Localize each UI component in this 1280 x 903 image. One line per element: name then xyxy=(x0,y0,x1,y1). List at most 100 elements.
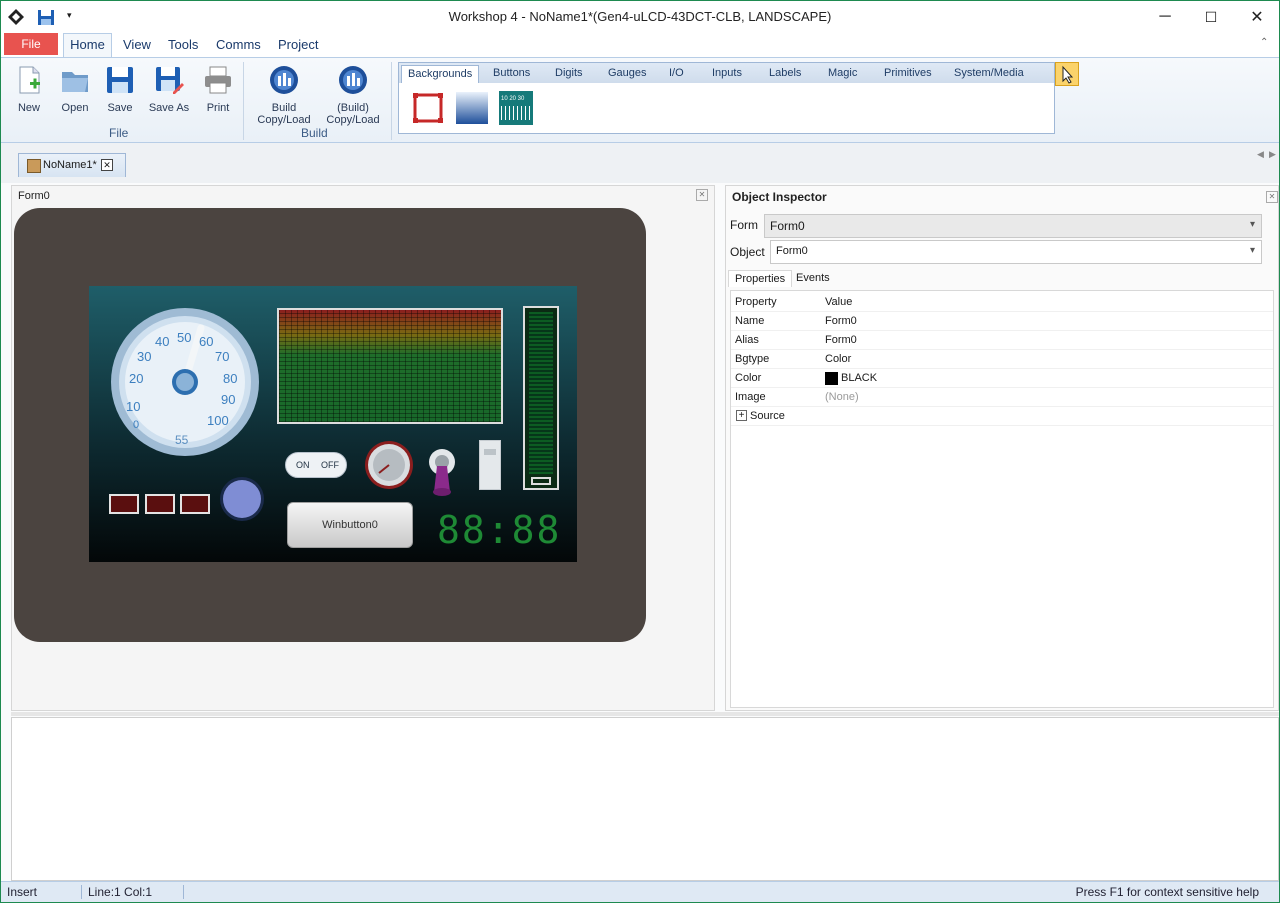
build-copy-load-alt-button[interactable]: (Build) Copy/Load xyxy=(322,64,384,126)
property-value[interactable]: (None) xyxy=(825,391,859,403)
form-background-icon[interactable] xyxy=(411,91,445,125)
property-value[interactable]: Form0 xyxy=(825,315,857,327)
output-pane xyxy=(11,717,1279,881)
property-value[interactable]: BLACK xyxy=(841,372,877,384)
led-digits-display[interactable]: 88:88 xyxy=(437,510,561,550)
document-tab[interactable]: NoName1* ✕ xyxy=(18,153,126,177)
property-grid: Property Value Name Form0 Alias Form0 Bg… xyxy=(730,290,1274,708)
expand-icon[interactable]: + xyxy=(736,410,747,421)
open-button[interactable]: Open xyxy=(57,64,93,114)
led-digit xyxy=(109,494,139,514)
color-swatch xyxy=(825,372,838,385)
build-copy-load-button[interactable]: Build Copy/Load xyxy=(253,64,315,126)
tab-digits[interactable]: Digits xyxy=(555,65,583,83)
close-tab-icon[interactable]: ✕ xyxy=(101,159,113,171)
slider-thumb[interactable] xyxy=(484,449,496,455)
form-select[interactable]: Form0 ▾ xyxy=(764,214,1262,238)
app-window: ▾ Workshop 4 - NoName1*(Gen4-uLCD-43DCT-… xyxy=(0,0,1280,903)
print-button[interactable]: Print xyxy=(200,64,236,114)
scale-background-icon[interactable]: 10 20 30 xyxy=(499,91,533,125)
gauge-tick-10: 10 xyxy=(126,399,141,414)
build-label-2: Copy/Load xyxy=(257,114,311,126)
tab-project[interactable]: Project xyxy=(278,37,318,52)
pointer-icon xyxy=(1062,65,1074,84)
on-off-switch[interactable]: ON OFF xyxy=(285,452,347,478)
build-copy-icon xyxy=(339,66,367,94)
gauge-tick-70: 70 xyxy=(215,349,230,364)
property-key: Alias xyxy=(735,334,759,346)
gauge-tick-30: 30 xyxy=(137,349,152,364)
property-row-bgtype[interactable]: Bgtype Color xyxy=(731,350,1273,369)
switch-off-label: OFF xyxy=(321,460,339,470)
scroll-tabs-left-icon[interactable]: ◀ xyxy=(1257,149,1264,160)
inspector-pin-icon[interactable]: ✕ xyxy=(1266,191,1278,203)
group-divider xyxy=(391,62,392,140)
document-tab-bar: NoName1* ✕ ◀ ▶ xyxy=(1,143,1279,183)
tab-tools[interactable]: Tools xyxy=(168,37,198,52)
widget-tabs: Backgrounds Buttons Digits Gauges I/O In… xyxy=(399,63,1054,83)
build-icon xyxy=(270,66,298,94)
tab-system-media[interactable]: System/Media xyxy=(954,65,1024,83)
status-help: Press F1 for context sensitive help xyxy=(1075,885,1259,899)
tab-gauges[interactable]: Gauges xyxy=(608,65,647,83)
property-key: Image xyxy=(735,391,766,403)
object-label: Object xyxy=(730,245,765,259)
inspector-title: Object Inspector xyxy=(732,190,827,204)
gauge-value: 55 xyxy=(175,433,189,447)
gauge-tick-0: 0 xyxy=(133,419,140,431)
tab-inputs[interactable]: Inputs xyxy=(712,65,742,83)
winbutton[interactable]: Winbutton0 xyxy=(287,502,413,548)
device-screen[interactable]: 0 10 20 30 40 50 60 70 80 90 100 55 ON O… xyxy=(89,286,577,562)
property-row-image[interactable]: Image (None) xyxy=(731,388,1273,407)
scroll-tabs-right-icon[interactable]: ▶ xyxy=(1269,149,1276,160)
toggle-lever[interactable] xyxy=(427,448,457,498)
printer-icon xyxy=(205,66,231,94)
tab-home[interactable]: Home xyxy=(63,33,112,58)
close-button[interactable]: ✕ xyxy=(1234,1,1280,33)
object-select-value: Form0 xyxy=(776,245,808,257)
round-led[interactable] xyxy=(219,476,265,522)
property-value[interactable]: Color xyxy=(825,353,851,365)
spectrum-display[interactable] xyxy=(277,308,503,424)
rotary-knob[interactable] xyxy=(364,440,414,490)
minimize-button[interactable]: ─ xyxy=(1142,1,1188,33)
gauge-bar xyxy=(529,312,553,474)
group-divider xyxy=(243,62,244,140)
widget-palette: Backgrounds Buttons Digits Gauges I/O In… xyxy=(398,62,1055,134)
tab-view[interactable]: View xyxy=(123,37,151,52)
tab-io[interactable]: I/O xyxy=(669,65,684,83)
vertical-gauge[interactable] xyxy=(523,306,559,490)
property-row-color[interactable]: Color BLACK xyxy=(731,369,1273,388)
select-pointer-button[interactable] xyxy=(1055,62,1079,86)
gradient-background-icon[interactable] xyxy=(455,91,489,125)
property-key: Color xyxy=(735,372,762,384)
property-row-source[interactable]: + Source xyxy=(731,407,1273,426)
tab-properties[interactable]: Properties xyxy=(728,270,793,287)
ribbon-collapse-icon[interactable]: ⌃ xyxy=(1260,37,1268,48)
property-row-name[interactable]: Name Form0 xyxy=(731,312,1273,331)
tab-buttons[interactable]: Buttons xyxy=(493,65,530,83)
tab-labels[interactable]: Labels xyxy=(769,65,801,83)
property-value[interactable]: Form0 xyxy=(825,334,857,346)
save-as-icon xyxy=(156,67,184,94)
file-menu[interactable]: File xyxy=(4,33,58,55)
tab-primitives[interactable]: Primitives xyxy=(884,65,932,83)
property-row-alias[interactable]: Alias Form0 xyxy=(731,331,1273,350)
tab-magic[interactable]: Magic xyxy=(828,65,857,83)
tab-comms[interactable]: Comms xyxy=(216,37,261,52)
status-bar: Insert Line:1 Col:1 Press F1 for context… xyxy=(1,881,1279,902)
pane-pin-icon[interactable]: ✕ xyxy=(696,189,708,201)
build-alt-label-1: (Build) xyxy=(337,102,369,114)
status-divider xyxy=(81,885,82,899)
pane-splitter[interactable] xyxy=(11,712,1279,716)
save-label: Save xyxy=(107,102,133,114)
save-button[interactable]: Save xyxy=(102,64,138,114)
save-as-button[interactable]: Save As xyxy=(147,64,191,114)
status-divider xyxy=(183,885,184,899)
tab-events[interactable]: Events xyxy=(790,270,836,286)
new-button[interactable]: New xyxy=(11,64,47,114)
maximize-button[interactable]: ☐ xyxy=(1188,1,1234,33)
tab-backgrounds[interactable]: Backgrounds xyxy=(401,65,480,83)
vertical-slider[interactable] xyxy=(479,440,501,490)
object-select[interactable]: Form0 ▾ xyxy=(770,240,1262,264)
